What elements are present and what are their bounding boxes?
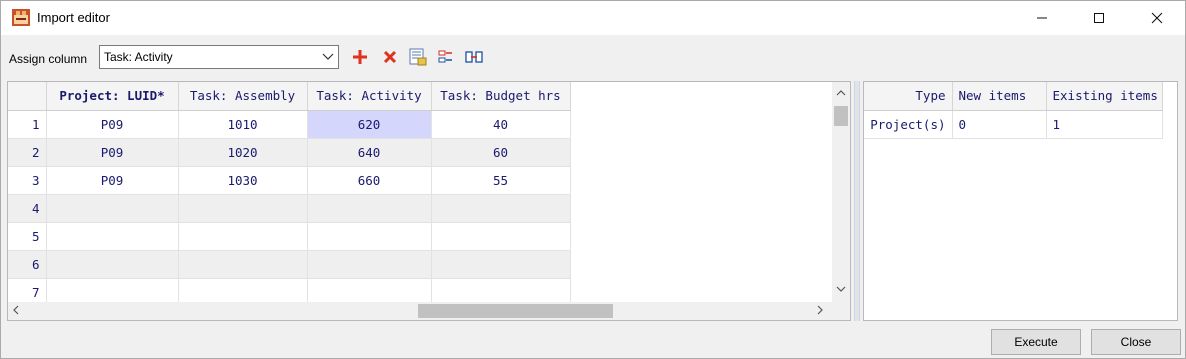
vertical-scrollbar[interactable] [832, 82, 850, 302]
summary-cell-type[interactable]: Project(s) [864, 110, 953, 139]
table-row[interactable]: 4 [8, 194, 571, 223]
chevron-down-icon [322, 53, 334, 60]
table-header-row: Project: LUID* Task: Assembly Task: Acti… [8, 82, 571, 111]
summary-grid[interactable]: Type New items Existing items Project(s)… [863, 81, 1178, 321]
assign-column-label: Assign column [9, 52, 88, 66]
table-cell[interactable]: 40 [431, 110, 571, 139]
summary-cell-existing-items[interactable]: 1 [1046, 110, 1163, 139]
column-header-project-luid[interactable]: Project: LUID* [46, 82, 179, 111]
summary-header-row: Type New items Existing items [864, 82, 1163, 111]
table-cell[interactable] [307, 194, 432, 223]
table-cell[interactable]: 60 [431, 138, 571, 167]
delete-button[interactable] [381, 48, 399, 66]
scroll-corner [832, 302, 850, 320]
row-number[interactable]: 4 [8, 194, 47, 223]
delete-icon [383, 50, 397, 64]
table-cell[interactable] [178, 250, 308, 279]
horizontal-scrollbar[interactable] [8, 302, 832, 320]
table-cell[interactable] [431, 194, 571, 223]
table-cell[interactable]: P09 [46, 138, 179, 167]
table-row[interactable]: 3 P09 1030 660 55 [8, 166, 571, 195]
row-number[interactable]: 6 [8, 250, 47, 279]
close-window-button[interactable] [1134, 1, 1180, 35]
assign-column-value: Task: Activity [104, 50, 173, 64]
title-bar[interactable]: Import editor [1, 1, 1185, 35]
import-app-icon [12, 9, 30, 26]
row-number[interactable]: 3 [8, 166, 47, 195]
import-data-grid[interactable]: Project: LUID* Task: Assembly Task: Acti… [7, 81, 851, 321]
summary-cell-new-items[interactable]: 0 [952, 110, 1047, 139]
table-cell[interactable] [431, 222, 571, 251]
column-settings-icon [409, 48, 427, 66]
scroll-left-icon[interactable] [12, 305, 20, 318]
close-button[interactable]: Close [1091, 329, 1181, 355]
row-number[interactable]: 2 [8, 138, 47, 167]
table-cell[interactable] [307, 250, 432, 279]
table-cell[interactable]: 640 [307, 138, 432, 167]
table-cell[interactable]: 1030 [178, 166, 308, 195]
add-button[interactable] [351, 48, 369, 66]
table-row[interactable]: 5 [8, 222, 571, 251]
scroll-down-icon[interactable] [836, 284, 846, 296]
row-number[interactable]: 1 [8, 110, 47, 139]
table-cell[interactable] [178, 222, 308, 251]
table-cell[interactable]: 55 [431, 166, 571, 195]
table-row[interactable]: 1 P09 1010 620 40 [8, 110, 571, 139]
merge-columns-icon [465, 51, 483, 63]
maximize-icon [1094, 13, 1104, 23]
assign-column-select[interactable]: Task: Activity [99, 45, 339, 69]
table-cell[interactable] [46, 222, 179, 251]
add-icon [353, 50, 367, 64]
corner-cell [8, 82, 47, 111]
table-cell[interactable] [307, 222, 432, 251]
pane-splitter[interactable] [854, 81, 860, 321]
split-columns-icon [438, 50, 452, 63]
execute-button[interactable]: Execute [991, 329, 1081, 355]
table-cell[interactable] [46, 250, 179, 279]
row-number[interactable]: 5 [8, 222, 47, 251]
vertical-scroll-thumb[interactable] [834, 106, 848, 126]
column-header-task-budget-hrs[interactable]: Task: Budget hrs [431, 82, 571, 111]
table-cell[interactable] [178, 194, 308, 223]
table-cell[interactable] [431, 250, 571, 279]
scroll-up-icon[interactable] [836, 88, 846, 100]
column-settings-button[interactable] [409, 48, 427, 66]
window-title: Import editor [37, 10, 110, 25]
scroll-right-icon[interactable] [816, 305, 824, 318]
column-header-type[interactable]: Type [864, 82, 953, 111]
column-header-new-items[interactable]: New items [952, 82, 1047, 111]
table-cell[interactable]: P09 [46, 166, 179, 195]
selected-table-cell[interactable]: 620 [307, 110, 432, 139]
minimize-icon [1037, 17, 1047, 19]
table-cell[interactable]: P09 [46, 110, 179, 139]
import-editor-window: Import editor Assign column Task: Activi… [0, 0, 1186, 359]
table-cell[interactable] [46, 194, 179, 223]
table-row[interactable]: 6 [8, 250, 571, 279]
table-cell[interactable]: 1010 [178, 110, 308, 139]
column-header-task-activity[interactable]: Task: Activity [307, 82, 432, 111]
summary-table: Type New items Existing items Project(s)… [864, 82, 1163, 139]
minimize-button[interactable] [1019, 1, 1065, 35]
table-cell[interactable]: 660 [307, 166, 432, 195]
split-columns-button[interactable] [437, 48, 455, 66]
maximize-button[interactable] [1076, 1, 1122, 35]
import-data-table: Project: LUID* Task: Assembly Task: Acti… [8, 82, 571, 307]
column-header-task-assembly[interactable]: Task: Assembly [178, 82, 308, 111]
close-icon [1151, 12, 1163, 24]
summary-row[interactable]: Project(s) 0 1 [864, 110, 1163, 139]
table-cell[interactable]: 1020 [178, 138, 308, 167]
table-row[interactable]: 2 P09 1020 640 60 [8, 138, 571, 167]
column-header-existing-items[interactable]: Existing items [1046, 82, 1163, 111]
merge-columns-button[interactable] [465, 48, 483, 66]
horizontal-scroll-thumb[interactable] [418, 304, 613, 318]
